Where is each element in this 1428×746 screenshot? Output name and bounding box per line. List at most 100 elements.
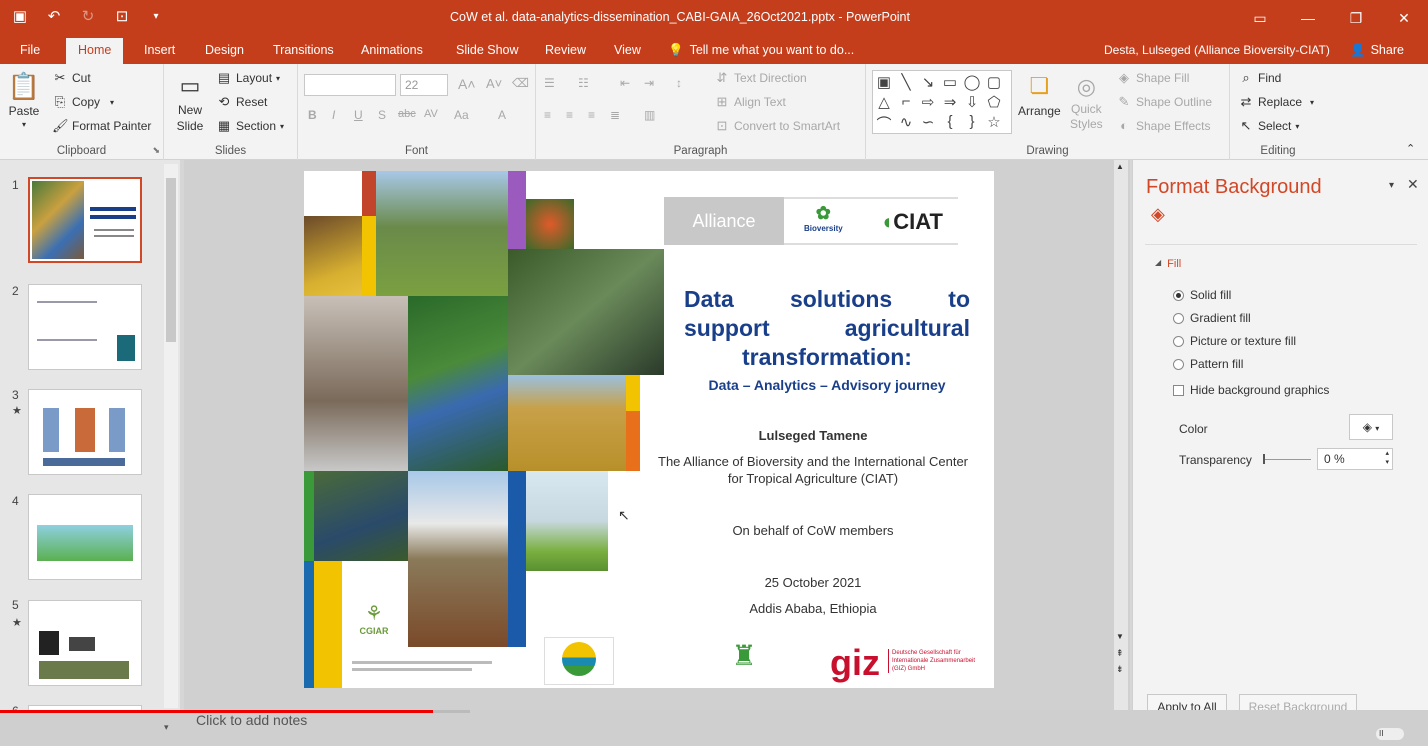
editor-scrollbar[interactable]: ▲ ▼ ⇞ ⇟ xyxy=(1114,160,1128,710)
tab-view[interactable]: View xyxy=(610,36,645,64)
justify-icon[interactable]: ≣ xyxy=(610,108,620,122)
line-shape-icon[interactable]: ╲ xyxy=(897,73,915,91)
restore-icon[interactable]: ❐ xyxy=(1332,0,1380,36)
new-slide-button[interactable]: ▭ New Slide xyxy=(174,70,206,134)
decrease-indent-icon[interactable]: ⇤ xyxy=(620,76,630,90)
increase-indent-icon[interactable]: ⇥ xyxy=(644,76,654,90)
numbering-icon[interactable]: ☷ xyxy=(578,76,589,90)
arrange-button[interactable]: ❏ Arrange xyxy=(1018,70,1061,118)
layout-button[interactable]: ▤ Layout ▾ xyxy=(216,70,280,86)
save-icon[interactable]: ▣ xyxy=(10,6,30,26)
close-icon[interactable]: ✕ xyxy=(1380,0,1428,36)
start-from-beginning-icon[interactable]: ⊡ xyxy=(112,6,132,26)
tab-file[interactable]: File xyxy=(16,36,44,64)
section-button[interactable]: ▦ Section ▾ xyxy=(216,118,284,134)
picture-fill-option[interactable]: Picture or texture fill xyxy=(1173,334,1296,348)
connector-shape-icon[interactable]: ⌐ xyxy=(897,93,915,110)
arrow-shape-icon[interactable]: ↘ xyxy=(919,73,937,91)
tab-animations[interactable]: Animations xyxy=(357,36,427,64)
notes-chevron-icon[interactable]: ▾ xyxy=(164,722,169,733)
font-size-box[interactable]: 22 xyxy=(400,74,448,96)
character-spacing-icon[interactable]: AV xyxy=(424,108,438,120)
right-brace-shape-icon[interactable]: } xyxy=(963,113,981,130)
slide-thumbnail-4[interactable] xyxy=(28,494,142,580)
rounded-rect-shape-icon[interactable]: ▢ xyxy=(985,73,1003,91)
strikethrough-icon[interactable]: abc xyxy=(398,108,416,120)
shrink-font-icon[interactable]: A˅ xyxy=(486,76,502,91)
bullets-icon[interactable]: ☰ xyxy=(544,76,555,90)
solid-fill-option[interactable]: Solid fill xyxy=(1173,288,1231,302)
fill-line-tab-icon[interactable]: ◈ xyxy=(1151,204,1165,225)
next-slide-icon[interactable]: ⇟ xyxy=(1116,664,1124,675)
align-left-icon[interactable]: ≡ xyxy=(544,108,551,122)
reset-button[interactable]: ⟲ Reset xyxy=(216,94,268,110)
shape-outline-button[interactable]: ✎ Shape Outline xyxy=(1116,94,1213,110)
oval-shape-icon[interactable]: ◯ xyxy=(963,73,981,91)
customize-qat-icon[interactable]: ▾ xyxy=(146,6,166,26)
quick-styles-button[interactable]: ◎ Quick Styles xyxy=(1070,70,1103,132)
select-button[interactable]: ↖ Select ▾ xyxy=(1238,118,1300,134)
minimize-icon[interactable]: — xyxy=(1284,0,1332,36)
ribbon-display-options-icon[interactable]: ▭ xyxy=(1236,0,1284,36)
pattern-fill-option[interactable]: Pattern fill xyxy=(1173,357,1243,371)
bent-arrow-shape-icon[interactable]: ⇨ xyxy=(919,93,937,111)
font-name-box[interactable] xyxy=(304,74,396,96)
bold-icon[interactable]: B xyxy=(308,108,317,122)
autoplay-toggle[interactable]: II xyxy=(1376,728,1404,740)
tab-slide-show[interactable]: Slide Show xyxy=(452,36,523,64)
align-right-icon[interactable]: ≡ xyxy=(588,108,595,122)
fill-section-header[interactable]: ◢ Fill xyxy=(1155,258,1181,270)
text-direction-button[interactable]: ⇵ Text Direction xyxy=(714,70,807,86)
convert-smartart-button[interactable]: ⊡ Convert to SmartArt xyxy=(714,118,840,134)
spinner-icon[interactable]: ▴ ▾ xyxy=(1385,449,1389,467)
shadow-icon[interactable]: S xyxy=(378,108,386,122)
notes-placeholder[interactable]: Click to add notes xyxy=(196,712,307,728)
shapes-gallery[interactable]: ▣ ╲ ↘ ▭ ◯ ▢ △ ⌐ ⇨ ⇒ ⇩ ⬠ ⌒ ∿ ∽ { } ☆ xyxy=(872,70,1012,134)
tab-transitions[interactable]: Transitions xyxy=(269,36,338,64)
down-arrow-shape-icon[interactable]: ⇩ xyxy=(963,93,981,111)
tab-insert[interactable]: Insert xyxy=(140,36,179,64)
copy-button[interactable]: ⎘ Copy ▾ xyxy=(52,94,114,110)
previous-slide-icon[interactable]: ⇞ xyxy=(1116,648,1124,659)
scrollbar-thumb[interactable] xyxy=(166,178,176,342)
curve-shape-icon[interactable]: ⌒ xyxy=(875,113,893,134)
redo-icon[interactable]: ↻ xyxy=(78,6,98,26)
transparency-slider[interactable] xyxy=(1263,454,1311,464)
undo-icon[interactable]: ↶ xyxy=(44,6,64,26)
font-color-icon[interactable]: A xyxy=(498,108,506,122)
left-brace-shape-icon[interactable]: { xyxy=(941,113,959,130)
transparency-input[interactable]: 0 % ▴ ▾ xyxy=(1317,448,1393,470)
scroll-down-icon[interactable]: ▼ xyxy=(1116,632,1124,641)
columns-icon[interactable]: ▥ xyxy=(644,108,655,122)
change-case-icon[interactable]: Aa xyxy=(454,108,469,122)
account-name[interactable]: Desta, Lulseged (Alliance Bioversity-CIA… xyxy=(1104,36,1330,64)
shape-effects-button[interactable]: ◐ Shape Effects xyxy=(1116,118,1210,134)
gradient-fill-option[interactable]: Gradient fill xyxy=(1173,311,1251,325)
grow-font-icon[interactable]: A˄ xyxy=(458,76,476,92)
align-text-button[interactable]: ⊞ Align Text xyxy=(714,94,786,110)
tab-home[interactable]: Home xyxy=(66,38,124,64)
replace-button[interactable]: ⇄ Replace ▾ xyxy=(1238,94,1315,110)
thumbnail-scrollbar[interactable] xyxy=(164,164,178,708)
scroll-up-icon[interactable]: ▲ xyxy=(1116,162,1124,171)
align-center-icon[interactable]: ≡ xyxy=(566,108,573,122)
cut-button[interactable]: ✂ Cut xyxy=(52,70,91,86)
freeform-shape-icon[interactable]: ∿ xyxy=(897,113,915,131)
triangle-shape-icon[interactable]: △ xyxy=(875,93,893,111)
underline-icon[interactable]: U xyxy=(354,108,363,122)
slide-thumbnail-5[interactable] xyxy=(28,600,142,686)
slide-thumbnail-2[interactable] xyxy=(28,284,142,370)
video-progress-bar[interactable] xyxy=(0,710,433,713)
hide-background-graphics-checkbox[interactable]: Hide background graphics xyxy=(1173,383,1329,397)
tab-design[interactable]: Design xyxy=(201,36,248,64)
tell-me-box[interactable]: 💡 Tell me what you want to do... xyxy=(668,36,854,64)
dialog-launcher-icon[interactable]: ⬊ xyxy=(152,145,160,156)
right-arrow-shape-icon[interactable]: ⇒ xyxy=(941,93,959,111)
scribble-shape-icon[interactable]: ∽ xyxy=(919,113,937,131)
clear-formatting-icon[interactable]: ⌫ xyxy=(512,76,529,90)
close-pane-icon[interactable]: ✕ xyxy=(1407,176,1419,193)
format-painter-button[interactable]: 🖌 Format Painter xyxy=(52,118,151,134)
slide-thumbnail-1[interactable] xyxy=(28,177,142,263)
collapse-ribbon-icon[interactable]: ⌃ xyxy=(1406,142,1415,155)
pane-options-icon[interactable]: ▾ xyxy=(1389,180,1394,191)
